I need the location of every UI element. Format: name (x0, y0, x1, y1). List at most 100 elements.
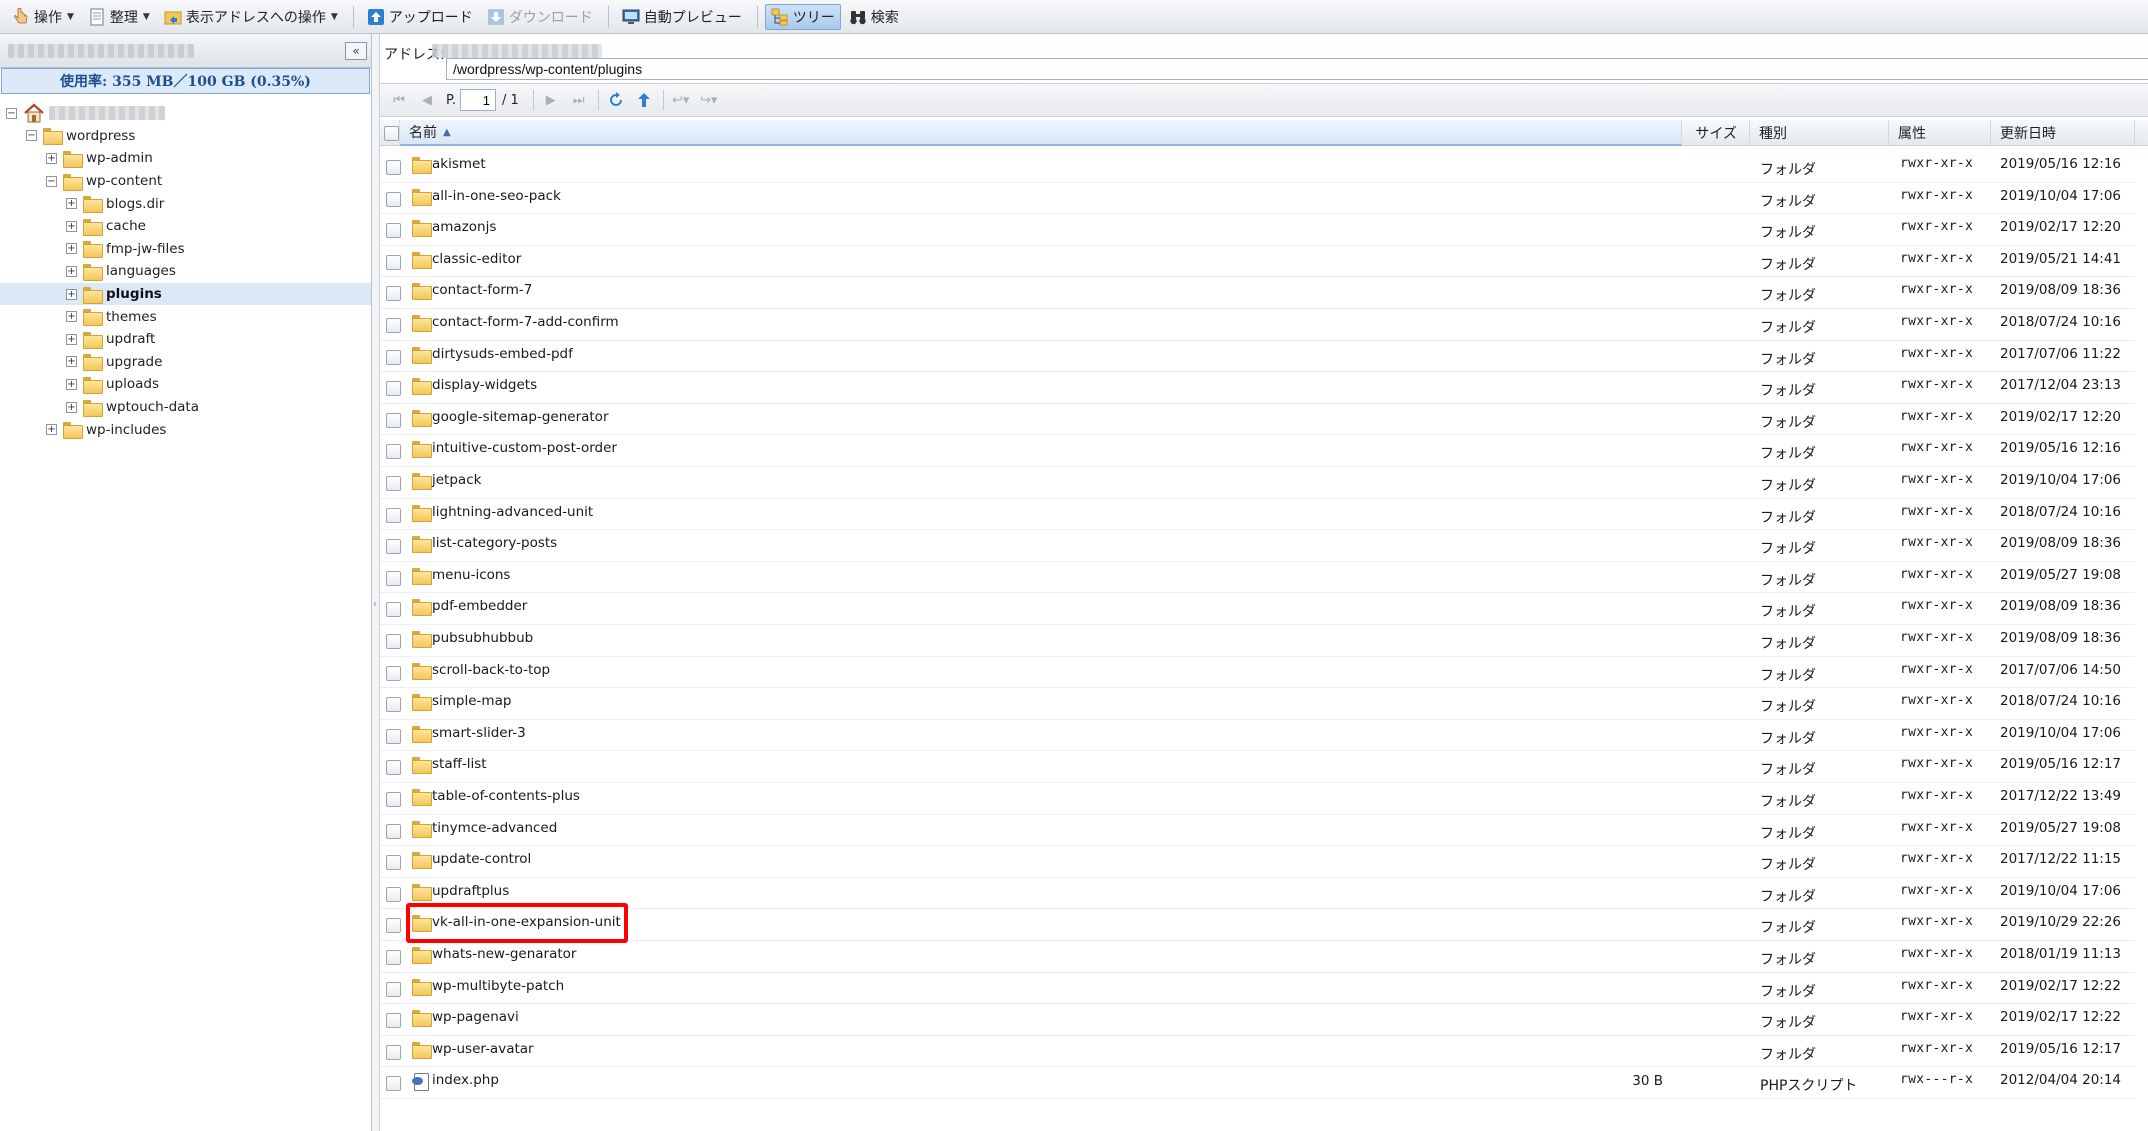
row-checkbox[interactable] (386, 981, 401, 997)
tree-item[interactable]: + fmp-jw-files (0, 238, 371, 261)
file-row[interactable]: wp-pagenavi フォルダ rwxr-xr-x 2019/02/17 12:22 (380, 1004, 2135, 1036)
file-row[interactable]: tinymce-advanced フォルダ rwxr-xr-x 2019/05/27 … (380, 815, 2135, 847)
file-row[interactable]: menu-icons フォルダ rwxr-xr-x 2019/05/27 19:08 (380, 562, 2135, 594)
row-checkbox[interactable] (386, 697, 401, 713)
file-row[interactable]: display-widgets フォルダ rwxr-xr-x 2017/12/04 2… (380, 372, 2135, 404)
row-checkbox[interactable] (386, 950, 401, 965)
row-checkbox[interactable] (386, 412, 401, 428)
tree-item[interactable]: + upgrade (0, 351, 371, 374)
expand-icon[interactable]: + (66, 311, 77, 323)
expand-icon[interactable]: + (66, 288, 77, 300)
redo-icon[interactable]: ↪▾ (700, 91, 718, 109)
tree-item[interactable]: + languages (0, 260, 371, 283)
file-name[interactable]: contact-form-7-add-confirm (432, 314, 619, 330)
file-row[interactable]: index.php 30 B PHPスクリプト rwx---r-x 2012/04/04… (380, 1067, 2135, 1099)
row-checkbox[interactable] (386, 1044, 401, 1060)
tree-item[interactable]: − (0, 102, 371, 125)
file-name[interactable]: simple-map (432, 693, 511, 709)
row-checkbox[interactable] (386, 444, 401, 460)
file-row[interactable]: jetpack フォルダ rwxr-xr-x 2019/10/04 17:06 (380, 467, 2135, 499)
column-date[interactable]: 更新日時 (1991, 120, 2135, 146)
parent-folder-icon[interactable] (635, 91, 653, 109)
file-row[interactable]: lightning-advanced-unit フォルダ rwxr-xr-x 2018… (380, 499, 2135, 531)
file-row[interactable]: pdf-embedder フォルダ rwxr-xr-x 2019/08/09 18:3… (380, 593, 2135, 625)
tree-item[interactable]: − wp-content (0, 170, 371, 193)
file-name[interactable]: all-in-one-seo-pack (432, 188, 561, 204)
file-name[interactable]: list-category-posts (432, 535, 557, 551)
organize-menu-button[interactable]: 整理 ▼ (82, 4, 156, 30)
expand-icon[interactable]: + (66, 220, 77, 232)
tree-item[interactable]: + wptouch-data (0, 396, 371, 419)
row-checkbox[interactable] (386, 1076, 401, 1092)
undo-icon[interactable]: ↩▾ (672, 91, 690, 109)
file-name[interactable]: smart-slider-3 (432, 725, 526, 741)
file-row[interactable]: scroll-back-to-top フォルダ rwxr-xr-x 2017/07/0… (380, 657, 2135, 689)
tree-item[interactable]: + themes (0, 305, 371, 328)
file-name[interactable]: index.php (432, 1072, 499, 1088)
file-name[interactable]: menu-icons (432, 567, 510, 583)
file-name[interactable]: updraftplus (432, 883, 509, 899)
expand-icon[interactable]: + (46, 152, 57, 164)
select-all-checkbox[interactable] (384, 125, 399, 141)
collapse-icon[interactable]: − (6, 107, 17, 119)
file-name[interactable]: whats-new-genarator (432, 946, 576, 962)
row-checkbox[interactable] (386, 570, 401, 586)
last-page-icon[interactable]: ⏭ (570, 91, 588, 109)
file-row[interactable]: dirtysuds-embed-pdf フォルダ rwxr-xr-x 2017/07/… (380, 341, 2135, 373)
row-checkbox[interactable] (386, 223, 401, 239)
file-name[interactable]: wp-user-avatar (432, 1041, 534, 1057)
file-row[interactable]: smart-slider-3 フォルダ rwxr-xr-x 2019/10/04 17… (380, 720, 2135, 752)
expand-icon[interactable]: + (46, 424, 57, 436)
row-checkbox[interactable] (386, 476, 401, 491)
file-row[interactable]: table-of-contents-plus フォルダ rwxr-xr-x 2017/… (380, 783, 2135, 815)
upload-button[interactable]: アップロード (361, 4, 479, 30)
row-checkbox[interactable] (386, 760, 401, 776)
file-row[interactable]: updraftplus フォルダ rwxr-xr-x 2019/10/04 17:06 (380, 878, 2135, 910)
column-name[interactable]: 名前 ▲ (400, 120, 1682, 146)
expand-icon[interactable]: + (66, 356, 77, 368)
tree-item[interactable]: + wp-includes (0, 418, 371, 441)
collapse-icon[interactable]: − (26, 130, 37, 142)
panel-splitter[interactable]: ‹ (372, 34, 380, 1131)
row-checkbox[interactable] (386, 191, 401, 207)
file-row[interactable]: vk-all-in-one-expansion-unit フォルダ rwxr-xr-… (380, 909, 2135, 941)
file-row[interactable]: all-in-one-seo-pack フォルダ rwxr-xr-x 2019/10/… (380, 183, 2135, 215)
expand-icon[interactable]: + (66, 378, 77, 390)
row-checkbox[interactable] (386, 855, 401, 871)
file-name[interactable]: wp-multibyte-patch (432, 978, 564, 994)
file-name[interactable]: table-of-contents-plus (432, 788, 580, 804)
file-row[interactable]: wp-multibyte-patch フォルダ rwxr-xr-x 2019/02/1… (380, 973, 2135, 1005)
row-checkbox[interactable] (386, 1013, 401, 1029)
file-row[interactable]: contact-form-7 フォルダ rwxr-xr-x 2019/08/09 18… (380, 277, 2135, 309)
row-checkbox[interactable] (386, 318, 401, 333)
file-name[interactable]: jetpack (432, 472, 481, 488)
row-checkbox[interactable] (386, 381, 401, 397)
file-name[interactable]: google-sitemap-generator (432, 409, 609, 425)
tree-toggle-button[interactable]: ツリー (764, 3, 841, 30)
file-name[interactable]: pubsubhubbub (432, 630, 533, 646)
file-name[interactable]: scroll-back-to-top (432, 662, 550, 678)
file-name[interactable]: lightning-advanced-unit (432, 504, 593, 520)
file-name[interactable]: wp-pagenavi (432, 1009, 519, 1025)
row-checkbox[interactable] (386, 349, 401, 365)
expand-icon[interactable]: + (66, 243, 77, 255)
file-name[interactable]: contact-form-7 (432, 282, 532, 298)
expand-icon[interactable]: + (66, 198, 77, 210)
file-row[interactable]: staff-list フォルダ rwxr-xr-x 2019/05/16 12:17 (380, 751, 2135, 783)
auto-preview-button[interactable]: 自動プレビュー (616, 4, 748, 30)
collapse-panel-button[interactable]: « (345, 42, 367, 60)
file-name[interactable]: akismet (432, 156, 486, 172)
first-page-icon[interactable]: ⏮ (390, 91, 408, 109)
tree-item[interactable]: + blogs.dir (0, 192, 371, 215)
file-name[interactable]: staff-list (432, 756, 487, 772)
expand-icon[interactable]: + (66, 265, 77, 277)
tree-item[interactable]: + wp-admin (0, 147, 371, 170)
row-checkbox[interactable] (386, 160, 401, 175)
file-name[interactable]: dirtysuds-embed-pdf (432, 346, 573, 362)
file-row[interactable]: list-category-posts フォルダ rwxr-xr-x 2019/08/… (380, 530, 2135, 562)
file-row[interactable]: classic-editor フォルダ rwxr-xr-x 2019/05/21 14… (380, 246, 2135, 278)
collapse-icon[interactable]: − (46, 175, 57, 187)
expand-icon[interactable]: + (66, 333, 77, 345)
address-ops-menu-button[interactable]: 表示アドレスへの操作 ▼ (158, 4, 344, 30)
download-button[interactable]: ダウンロード (481, 4, 599, 30)
